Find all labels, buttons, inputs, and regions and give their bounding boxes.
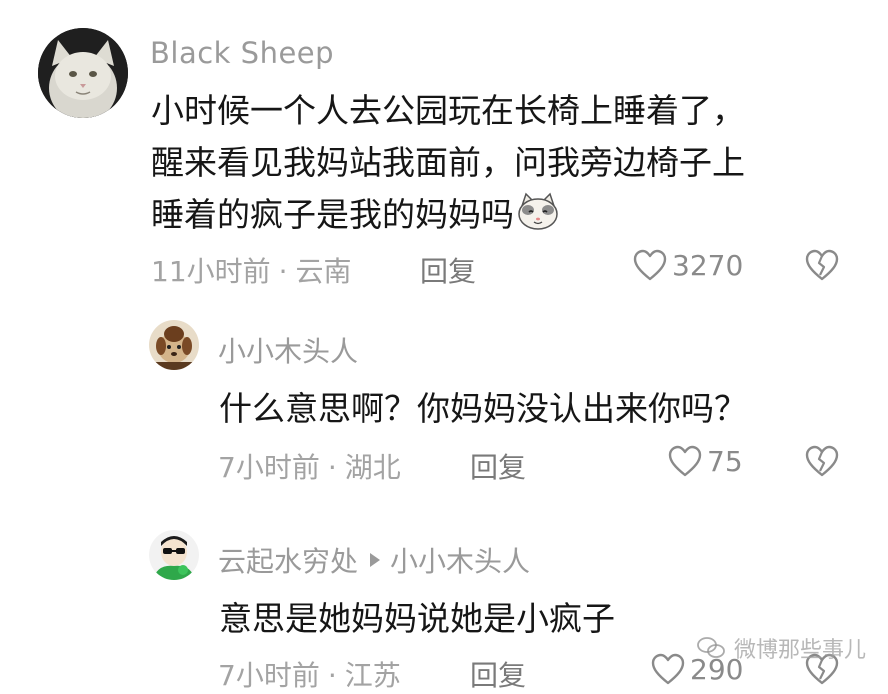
comment-meta: 7小时前 · 江苏 bbox=[218, 654, 401, 694]
comment-location: 江苏 bbox=[344, 659, 401, 692]
watermark: 微博那些事儿 bbox=[696, 632, 866, 664]
heart-icon bbox=[651, 653, 685, 685]
wechat-channel-icon bbox=[697, 637, 725, 658]
reply-comment-2: 云起水穷处 小小木头人 意思是她妈妈说她是小疯子 7小时前 · 江苏 回复 290 bbox=[0, 0, 888, 694]
reply-author-line: 云起水穷处 小小木头人 bbox=[218, 540, 530, 580]
comment-time: 7小时前 bbox=[218, 659, 320, 692]
comment-author[interactable]: 云起水穷处 bbox=[218, 545, 358, 578]
reply-to-user[interactable]: 小小木头人 bbox=[390, 545, 530, 578]
separator-dot: · bbox=[327, 659, 337, 692]
comment-text: 意思是她妈妈说她是小疯子 bbox=[219, 599, 615, 638]
reply-arrow-icon bbox=[370, 553, 381, 567]
watermark-text: 微博那些事儿 bbox=[733, 638, 866, 663]
green-cartoon-avatar-icon[interactable] bbox=[149, 530, 199, 580]
reply-button[interactable]: 回复 bbox=[470, 654, 526, 694]
